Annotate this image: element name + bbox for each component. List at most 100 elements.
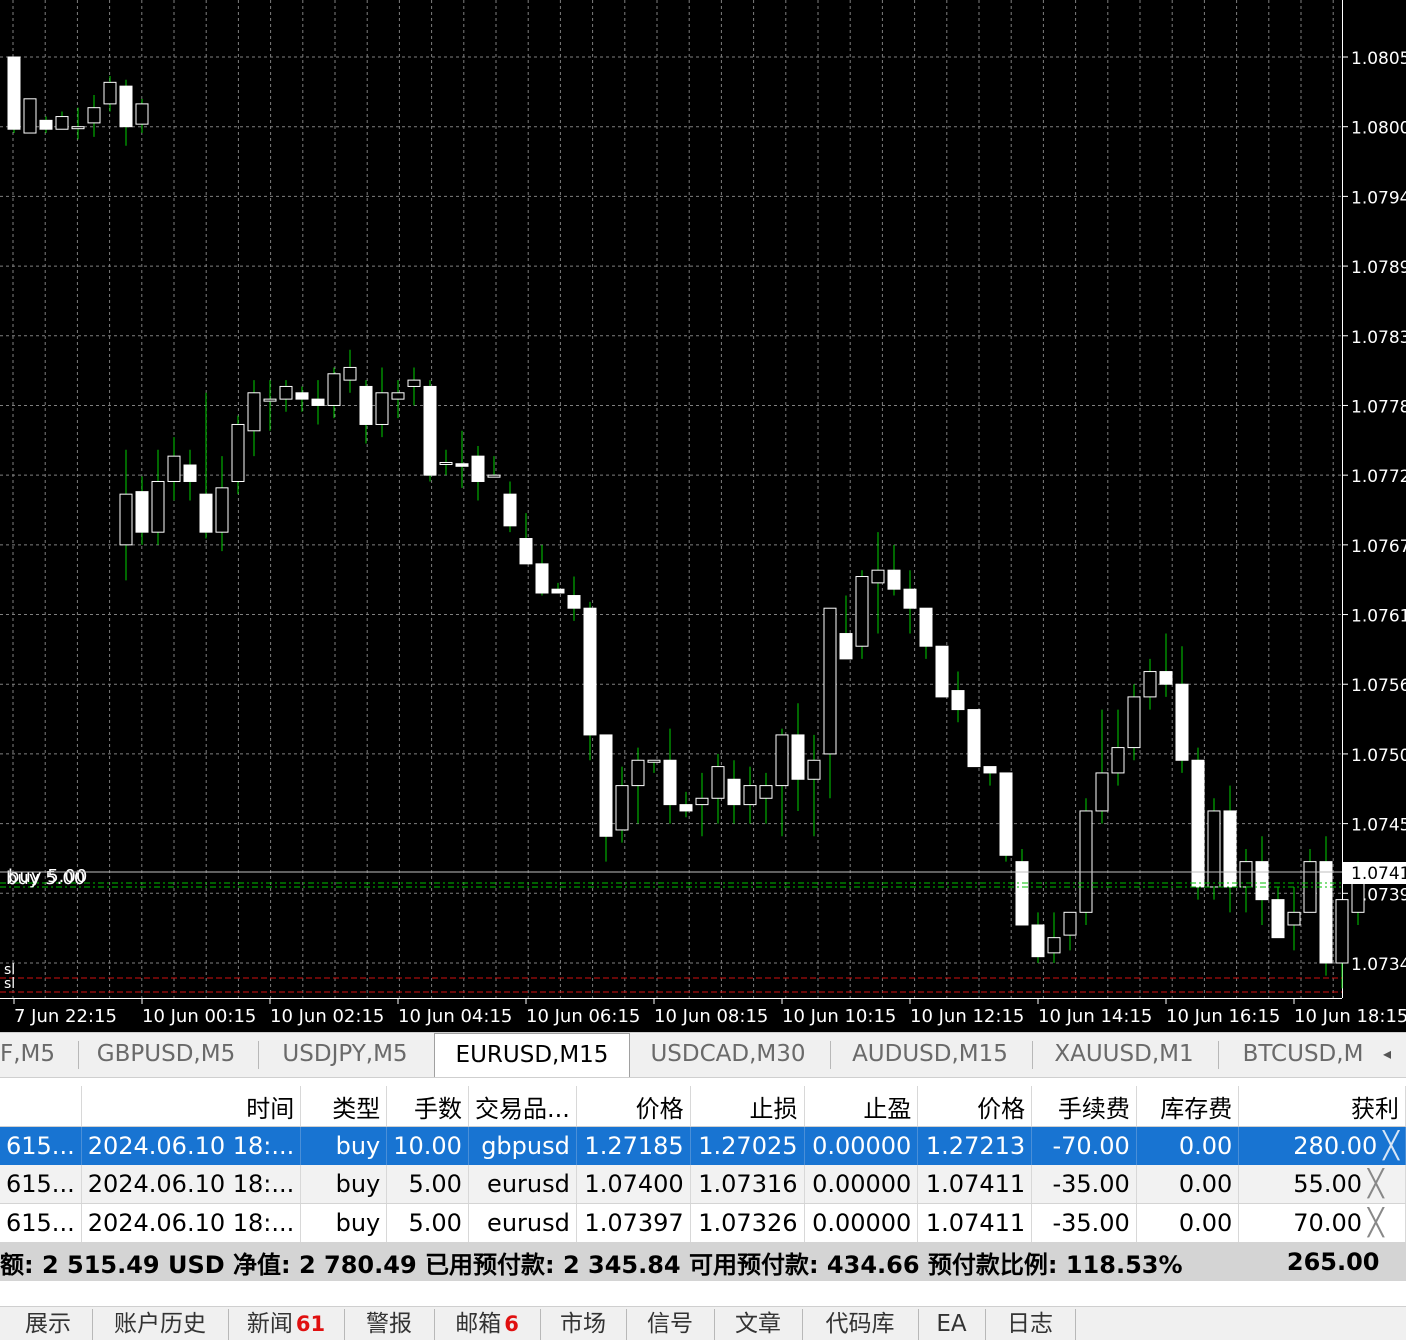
chart-tab-usdcad-m30[interactable]: USDCAD,M30 (628, 1033, 828, 1077)
terminal-tab-label: 账户历史 (114, 1311, 206, 1337)
position-row[interactable]: 615... 2024.06.10 18:... buy 5.00 eurusd 1.07… (0, 1203, 1406, 1243)
chart-tab-eurusd-m15[interactable]: EURUSD,M15 (434, 1033, 630, 1077)
positions-table: 时间 类型 手数 交易品... 价格 止损 止盈 价格 手续费 库存费 获利 615... 2024.0… (0, 1086, 1406, 1281)
price-label: 1.0734 (1351, 955, 1406, 975)
price-label: 1.0783 (1351, 328, 1406, 348)
column-header[interactable]: 类型 (300, 1086, 388, 1127)
position-cell: 5.00 (386, 1165, 469, 1204)
close-position-icon[interactable]: ╳ (1383, 1131, 1399, 1161)
column-header[interactable]: 止损 (690, 1086, 805, 1127)
terminal-tab-journal[interactable]: 日志 (985, 1307, 1075, 1340)
position-cell: 2024.06.10 18:... (81, 1126, 302, 1165)
position-cell: 70.00 ╳ (1238, 1203, 1406, 1243)
time-label: 10 Jun 16:15 (1166, 1006, 1280, 1027)
terminal-tab-label: 文章 (735, 1311, 781, 1337)
position-cell: 0.00 (1136, 1203, 1240, 1243)
candle (103, 81, 117, 105)
candle (695, 797, 709, 806)
terminal-tab-articles[interactable]: 文章 (714, 1307, 802, 1340)
candle (1031, 924, 1045, 958)
candle (55, 116, 69, 130)
candle (599, 734, 613, 837)
position-cell: -70.00 (1031, 1126, 1137, 1165)
cell-value: 1.07411 (925, 1170, 1026, 1198)
terminal-tab-bar: 展示 账户历史 新闻 61 警报 邮箱 6 市场 信号 文章 代码库 EA 日志 (0, 1306, 1406, 1340)
time-label: 7 Jun 22:15 (14, 1006, 117, 1027)
candle (263, 398, 277, 402)
position-cell: 0.00 (1136, 1165, 1240, 1204)
cell-value: 0.00 (1178, 1209, 1233, 1237)
price-chart[interactable]: 1.0805 1.0800 1.0794 1.0789 1.0783 1.0778 1.07… (0, 0, 1406, 1032)
chart-tab-xauusd-m1[interactable]: XAUUSD,M1 (1032, 1033, 1216, 1077)
cell-value: 55.00 (1293, 1170, 1362, 1198)
terminal-tab-mailbox[interactable]: 邮箱 6 (434, 1307, 540, 1340)
terminal-tab-codebase[interactable]: 代码库 (802, 1307, 918, 1340)
time-label: 10 Jun 04:15 (398, 1006, 512, 1027)
cell-value: 5.00 (408, 1170, 462, 1198)
column-header[interactable]: 库存费 (1136, 1086, 1240, 1127)
candle (567, 595, 581, 609)
candle (663, 759, 677, 806)
column-header[interactable]: 手续费 (1031, 1086, 1137, 1127)
terminal-tab-news[interactable]: 新闻 61 (228, 1307, 344, 1340)
cell-value: 1.07326 (698, 1209, 798, 1237)
chart-tab-f-m5[interactable]: F,M5 (0, 1033, 70, 1077)
column-header[interactable]: 止盈 (804, 1086, 919, 1127)
column-header[interactable]: 交易品... (468, 1086, 577, 1127)
candle (615, 785, 629, 831)
cell-value: 5.00 (408, 1209, 462, 1237)
candle (311, 398, 325, 406)
position-row[interactable]: 615... 2024.06.10 18:... buy 10.00 gbpusd 1.2… (0, 1126, 1406, 1165)
chart-tab-usdjpy-m5[interactable]: USDJPY,M5 (258, 1033, 432, 1077)
terminal-tab-signals[interactable]: 信号 (626, 1307, 714, 1340)
close-position-icon[interactable]: ╳ (1368, 1208, 1384, 1238)
chart-tab-btcusd-m[interactable]: BTCUSD,M (1218, 1033, 1388, 1077)
candlestick-chart[interactable]: 1.0805 1.0800 1.0794 1.0789 1.0783 1.0778 1.07… (0, 0, 1406, 1032)
candle (807, 759, 821, 780)
cell-value: 0.00000 (812, 1132, 912, 1160)
candle (887, 569, 901, 590)
position-cell: -35.00 (1031, 1203, 1137, 1243)
column-header[interactable]: 价格 (576, 1086, 691, 1127)
tab-separator (1075, 1309, 1076, 1340)
candle (487, 474, 501, 478)
column-header[interactable]: 手数 (386, 1086, 469, 1127)
cell-value: buy (335, 1132, 381, 1160)
cell-value: 1.07411 (925, 1209, 1026, 1237)
terminal-tab-label: 邮箱 (455, 1311, 502, 1337)
candle (39, 119, 53, 130)
column-header[interactable] (0, 1086, 82, 1127)
cell-value: 1.07397 (584, 1209, 684, 1237)
close-position-icon[interactable]: ╳ (1368, 1169, 1384, 1199)
candle (1175, 683, 1189, 761)
terminal-tab-history[interactable]: 账户历史 (92, 1307, 228, 1340)
position-cell: 2024.06.10 18:... (81, 1165, 302, 1204)
position-row[interactable]: 615... 2024.06.10 18:... buy 5.00 eurusd 1.07… (0, 1165, 1406, 1204)
chart-tab-audusd-m15[interactable]: AUDUSD,M15 (830, 1033, 1030, 1077)
candle (1207, 810, 1221, 888)
candle (71, 126, 85, 130)
candle (215, 487, 229, 533)
position-cell: 615... (0, 1203, 82, 1243)
time-label: 10 Jun 06:15 (526, 1006, 640, 1027)
terminal-tab-market[interactable]: 市场 (540, 1307, 626, 1340)
cell-value: 10.00 (393, 1132, 462, 1160)
cell-value: 1.07400 (584, 1170, 684, 1198)
position-cell: 55.00 ╳ (1238, 1165, 1406, 1204)
candle (455, 463, 469, 467)
candle (999, 772, 1013, 856)
column-header[interactable]: 时间 (81, 1086, 302, 1127)
column-header[interactable]: 获利 (1238, 1086, 1406, 1127)
terminal-tab-label: 代码库 (825, 1311, 895, 1337)
candle (1015, 861, 1029, 926)
terminal-tab-toolbox[interactable]: 展示 (4, 1307, 92, 1340)
terminal-tab-label: 日志 (1007, 1311, 1053, 1337)
terminal-tab-experts[interactable]: EA (918, 1307, 985, 1340)
position-cell: 1.27213 (917, 1126, 1033, 1165)
tab-scroll-left-icon[interactable]: ◂ (1368, 1033, 1406, 1077)
column-header[interactable]: 价格 (917, 1086, 1033, 1127)
terminal-tab-alerts[interactable]: 警报 (344, 1307, 434, 1340)
chart-tab-gbpusd-m5[interactable]: GBPUSD,M5 (78, 1033, 254, 1077)
position-cell: 1.07400 (576, 1165, 691, 1204)
cell-value: 1.27025 (698, 1132, 798, 1160)
